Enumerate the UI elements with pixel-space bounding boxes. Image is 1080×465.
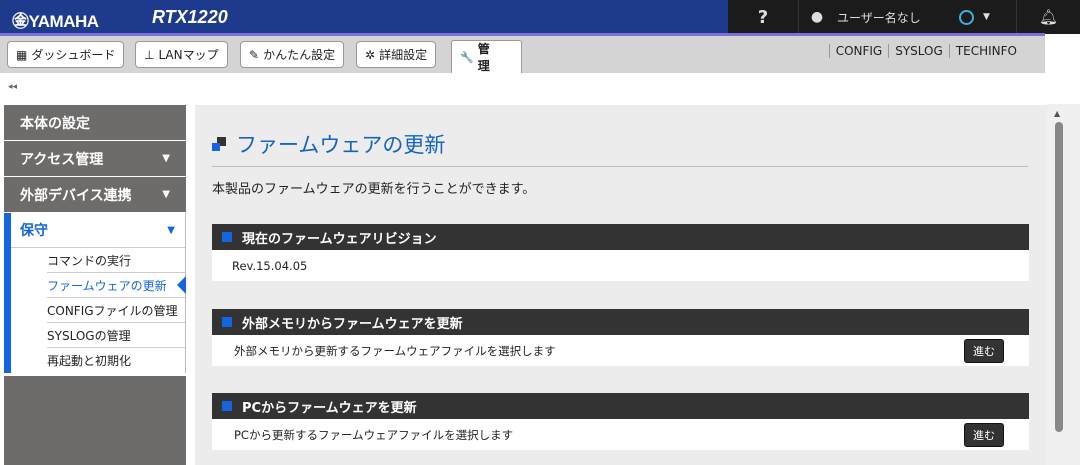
page-title: ファームウェアの更新 bbox=[212, 129, 445, 159]
pc-proceed-button[interactable]: 進む bbox=[964, 422, 1004, 447]
tab-management[interactable]: 🔧 管 理 bbox=[451, 40, 522, 73]
title-square-icon bbox=[212, 137, 226, 151]
square-icon bbox=[222, 232, 232, 242]
sidebar-item-device[interactable]: 本体の設定 bbox=[4, 105, 186, 140]
chevron-down-icon: ▼ bbox=[983, 12, 990, 22]
tab-advanced[interactable]: ✲ 詳細設定 bbox=[356, 41, 437, 68]
tab-dashboard[interactable]: ▦ ダッシュボード bbox=[7, 41, 125, 68]
submenu-reboot[interactable]: 再起動と初期化 bbox=[47, 348, 185, 373]
syslog-link[interactable]: SYSLOG bbox=[888, 44, 949, 58]
user-menu[interactable]: ● ユーザー名なし ▼ bbox=[798, 0, 1016, 34]
submenu-syslog[interactable]: SYSLOGの管理 bbox=[47, 323, 185, 348]
utility-links: CONFIG SYSLOG TECHINFO bbox=[828, 44, 1045, 58]
header: ㊎YAMAHA RTX1220 ? ● ユーザー名なし ▼ 🔔︎ bbox=[0, 0, 1080, 34]
section-title: PCからファームウェアを更新 bbox=[242, 400, 417, 416]
wrench-icon: 🔧 bbox=[460, 50, 474, 64]
square-icon bbox=[222, 401, 232, 411]
sidebar-background bbox=[4, 376, 186, 465]
main-panel: ファームウェアの更新 本製品のファームウェアの更新を行うことができます。 現在の… bbox=[195, 105, 1047, 465]
tab-easy-setup[interactable]: ✎ かんたん設定 bbox=[240, 41, 345, 68]
tab-label: 詳細設定 bbox=[379, 48, 428, 62]
user-name: ユーザー名なし bbox=[837, 10, 921, 25]
firmware-revision: Rev.15.04.05 bbox=[232, 258, 308, 273]
scrollbar-thumb[interactable] bbox=[1055, 122, 1063, 432]
sidebar-item-external[interactable]: 外部デバイス連携 ▼ bbox=[4, 177, 186, 212]
tab-label: かんたん設定 bbox=[263, 48, 336, 62]
bell-icon: 🔔︎ bbox=[1038, 8, 1059, 26]
external-memory-proceed-button[interactable]: 進む bbox=[964, 338, 1004, 363]
section-text: PCから更新するファームウェアファイルを選択します bbox=[234, 427, 514, 442]
yamaha-logo: ㊎YAMAHA bbox=[12, 12, 99, 31]
toolbar: ▦ ダッシュボード ⊥ LANマップ ✎ かんたん設定 ✲ 詳細設定 🔧 管 理 CONF… bbox=[0, 36, 1045, 73]
notification-button[interactable]: 🔔︎ bbox=[1016, 0, 1080, 34]
lan-map-icon: ⊥ bbox=[144, 47, 155, 62]
page-title-text: ファームウェアの更新 bbox=[236, 133, 446, 157]
help-icon: ? bbox=[757, 6, 769, 28]
square-icon bbox=[222, 317, 232, 327]
maintenance-header[interactable]: 保守 ▼ bbox=[11, 213, 185, 248]
model-name: RTX1220 bbox=[152, 7, 228, 27]
submenu-command[interactable]: コマンドの実行 bbox=[47, 248, 185, 273]
config-link[interactable]: CONFIG bbox=[828, 44, 889, 58]
sidebar: 本体の設定 アクセス管理 ▼ 外部デバイス連携 ▼ 保守 ▼ コマンドの実行 ファーム… bbox=[4, 105, 186, 373]
scrollbar[interactable]: ▲ bbox=[1047, 104, 1080, 465]
help-button[interactable]: ? bbox=[728, 0, 798, 34]
gear-icon: ✲ bbox=[365, 47, 376, 62]
section-title: 現在のファームウェアリビジョン bbox=[242, 231, 437, 247]
sidebar-item-maintenance: 保守 ▼ コマンドの実行 ファームウェアの更新 CONFIGファイルの管理 SYS… bbox=[4, 213, 186, 373]
scroll-up-icon[interactable]: ▲ bbox=[1054, 109, 1060, 118]
header-controls: ? ● ユーザー名なし ▼ 🔔︎ bbox=[728, 0, 1080, 34]
submenu-firmware[interactable]: ファームウェアの更新 bbox=[47, 273, 186, 298]
section-pc: PCからファームウェアを更新 PCから更新するファームウェアファイルを選択します… bbox=[212, 393, 1029, 450]
section-title: 外部メモリからファームウェアを更新 bbox=[242, 316, 463, 332]
chevron-down-icon: ▼ bbox=[162, 189, 170, 200]
tab-label: LANマップ bbox=[158, 48, 219, 62]
tab-label: ダッシュボード bbox=[31, 48, 116, 62]
section-text: 外部メモリから更新するファームウェアファイルを選択します bbox=[234, 343, 556, 358]
sidebar-item-label: 保守 bbox=[20, 223, 48, 239]
dashboard-icon: ▦ bbox=[16, 47, 28, 62]
sidebar-item-label: 外部デバイス連携 bbox=[20, 187, 132, 204]
collapse-sidebar-icon[interactable]: ◂◂ bbox=[8, 82, 17, 92]
tab-lan-map[interactable]: ⊥ LANマップ bbox=[135, 41, 228, 68]
divider bbox=[212, 166, 1028, 167]
page-description: 本製品のファームウェアの更新を行うことができます。 bbox=[212, 182, 536, 197]
section-external-memory: 外部メモリからファームウェアを更新 外部メモリから更新するファームウェアファイル… bbox=[212, 309, 1029, 366]
tab-label: 管 理 bbox=[477, 42, 502, 73]
wand-icon: ✎ bbox=[249, 47, 260, 62]
chevron-down-icon: ▼ bbox=[167, 224, 175, 236]
techinfo-link[interactable]: TECHINFO bbox=[948, 44, 1045, 58]
sidebar-item-access[interactable]: アクセス管理 ▼ bbox=[4, 141, 186, 176]
sidebar-item-label: 本体の設定 bbox=[20, 115, 90, 132]
submenu-config[interactable]: CONFIGファイルの管理 bbox=[47, 298, 185, 323]
sidebar-item-label: アクセス管理 bbox=[20, 151, 104, 168]
status-ring-icon bbox=[959, 9, 974, 25]
section-current-revision: 現在のファームウェアリビジョン Rev.15.04.05 bbox=[212, 224, 1029, 281]
chevron-down-icon: ▼ bbox=[162, 153, 170, 164]
user-icon: ● bbox=[810, 9, 824, 25]
